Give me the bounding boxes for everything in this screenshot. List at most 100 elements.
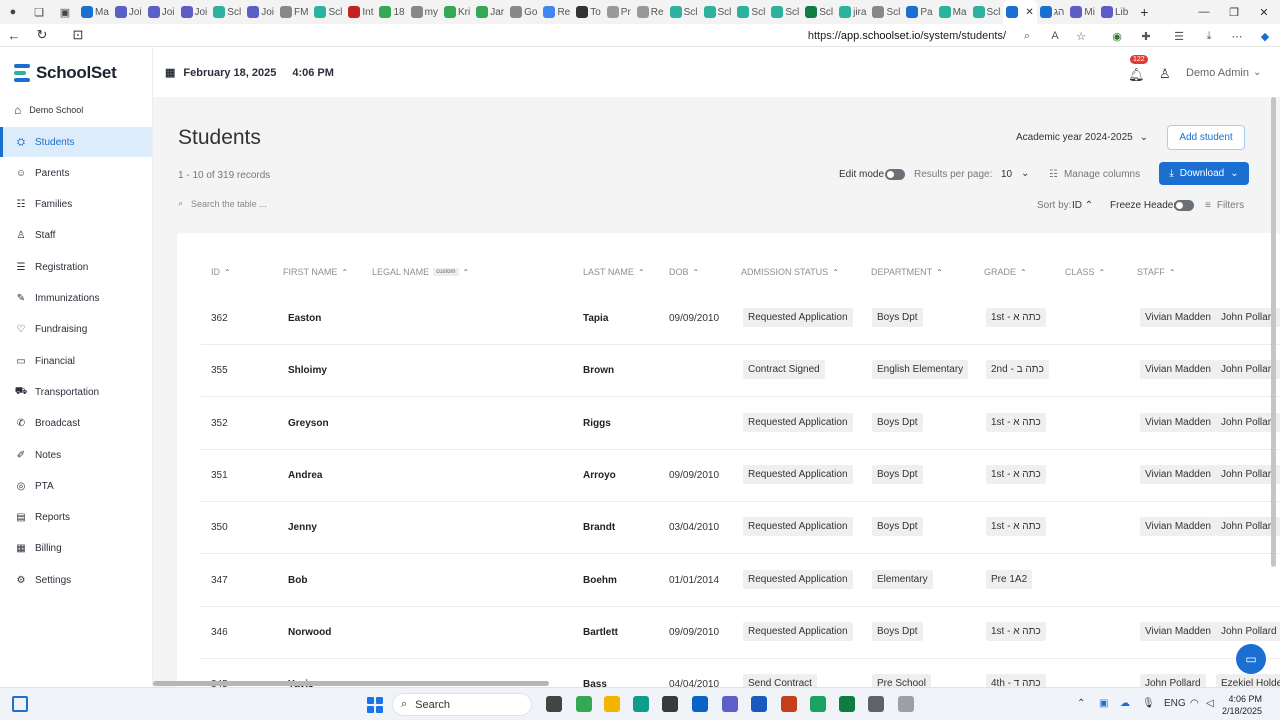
sidebar-item-settings[interactable]: ⚙ Settings <box>0 565 152 595</box>
browser-tab[interactable]: Lib <box>1098 0 1131 24</box>
browser-tab[interactable]: Scl <box>768 0 802 24</box>
column-header-legal-name[interactable]: LEGAL NAME custom ⌃ <box>372 267 469 277</box>
column-header-department[interactable]: DEPARTMENT ⌃ <box>871 267 943 277</box>
sidebar-item-notes[interactable]: ✐ Notes <box>0 440 152 470</box>
browser-tab[interactable]: Int <box>345 0 376 24</box>
sort-by-select[interactable]: ID ⌃ <box>1072 200 1093 211</box>
microphone-icon[interactable]: 🎙︎ <box>1142 698 1155 709</box>
sidebar-item-transportation[interactable]: ⛟ Transportation <box>0 377 152 407</box>
restore-icon[interactable]: ❐ <box>1218 0 1250 24</box>
sidebar-item-families[interactable]: ☷ Families <box>0 190 152 220</box>
column-header-staff[interactable]: STAFF ⌃ <box>1137 267 1176 277</box>
snipping-tool-icon[interactable] <box>898 696 914 712</box>
wifi-icon[interactable]: ◠ <box>1190 698 1199 709</box>
column-header-first-name[interactable]: FIRST NAME ⌃ <box>283 267 348 277</box>
browser-tab[interactable]: jira <box>836 0 869 24</box>
sidebar-item-reports[interactable]: ▤ Reports <box>0 503 152 533</box>
vpn-icon[interactable]: ▣ <box>1099 698 1108 709</box>
word-icon[interactable] <box>751 696 767 712</box>
column-header-id[interactable]: ID ⌃ <box>211 267 231 277</box>
table-row[interactable]: 362 Easton Tapia 09/09/2010 Requested Applic… <box>201 293 1280 345</box>
brand-logo[interactable]: SchoolSet <box>14 63 117 83</box>
chevron-down-icon[interactable]: ⌄ <box>1253 67 1261 78</box>
browser-tab[interactable]: Re <box>540 0 573 24</box>
sidebar-item-fundraising[interactable]: ♡ Fundraising <box>0 315 152 345</box>
sort-arrow-icon[interactable]: ⌃ <box>832 268 839 277</box>
browser-tab[interactable]: Mi <box>1067 0 1098 24</box>
browser-icon[interactable] <box>810 696 826 712</box>
taskbar-clock[interactable]: 4:06 PM 2/18/2025 <box>1222 693 1262 717</box>
manage-columns-button[interactable]: ☷ Manage columns <box>1049 169 1140 180</box>
table-row[interactable]: 351 Andrea Arroyo 09/09/2010 Requested Appli… <box>201 450 1280 502</box>
chat-icon[interactable]: ▭ <box>1236 644 1266 674</box>
browser-tab[interactable]: Scl <box>970 0 1004 24</box>
browser-tab[interactable]: Joi <box>112 0 145 24</box>
minimize-icon[interactable]: — <box>1188 0 1220 24</box>
favorite-star-icon[interactable]: ☆ <box>1072 27 1090 45</box>
powerpoint-icon[interactable] <box>781 696 797 712</box>
volume-icon[interactable]: ◁ <box>1206 698 1214 709</box>
browser-tab[interactable]: FM <box>277 0 311 24</box>
browser-tab[interactable]: Pa <box>903 0 935 24</box>
horizontal-scrollbar[interactable] <box>153 681 549 686</box>
browser-tab[interactable]: Joi <box>178 0 211 24</box>
chevron-down-icon[interactable]: ⌄ <box>1021 168 1029 179</box>
copilot-icon[interactable]: ◆ <box>1256 27 1274 45</box>
user-name[interactable]: Demo Admin <box>1186 67 1249 79</box>
results-per-page-select[interactable]: 10 <box>1001 169 1012 180</box>
close-window-icon[interactable]: ✕ <box>1248 0 1280 24</box>
onedrive-icon[interactable]: ☁ <box>1120 698 1130 709</box>
browser-tab[interactable]: Scl <box>701 0 735 24</box>
academic-year-select[interactable]: Academic year 2024-2025 ⌄ <box>1006 125 1158 149</box>
taskbar-search[interactable]: ⌕ Search <box>392 693 532 716</box>
sort-arrow-icon[interactable]: ⌃ <box>1169 268 1176 277</box>
browser-tab[interactable]: To <box>573 0 604 24</box>
url-field[interactable]: https://app.schoolset.io/system/students… <box>74 26 1096 45</box>
sort-arrow-icon[interactable]: ⌃ <box>1099 268 1106 277</box>
browser-tab[interactable]: Go <box>507 0 540 24</box>
new-tab-button[interactable]: + <box>1131 0 1157 24</box>
teams-icon[interactable] <box>722 696 738 712</box>
browser-tab[interactable]: Scl <box>667 0 701 24</box>
sidebar-item-parents[interactable]: ☺ Parents <box>0 158 152 188</box>
profile-icon[interactable]: ● <box>0 0 26 24</box>
browser-tab[interactable]: הג <box>1037 0 1068 24</box>
add-student-button[interactable]: Add student <box>1167 125 1245 150</box>
browser-tab[interactable]: Scl <box>802 0 836 24</box>
column-header-admission-status[interactable]: ADMISSION STATUS ⌃ <box>741 267 839 277</box>
browser-tab[interactable]: my <box>408 0 441 24</box>
vertical-scrollbar[interactable] <box>1271 97 1276 567</box>
downloads-icon[interactable]: ⤓ <box>1200 27 1218 45</box>
sidebar-item-broadcast[interactable]: ✆ Broadcast <box>0 409 152 439</box>
browser-tab[interactable]: Scl <box>734 0 768 24</box>
chevron-up-icon[interactable]: ⌃ <box>1077 698 1085 709</box>
browser-tab[interactable]: Ma <box>936 0 970 24</box>
sidebar-item-registration[interactable]: ☰ Registration <box>0 252 152 282</box>
browser-tab[interactable]: 18 <box>376 0 407 24</box>
extensions-puzzle-icon[interactable]: ✚ <box>1137 27 1155 45</box>
sort-arrow-icon[interactable]: ⌃ <box>463 268 470 277</box>
edge-icon[interactable] <box>633 696 649 712</box>
browser-tab[interactable]: ✕ <box>1003 0 1037 24</box>
sidebar-item-staff[interactable]: ♙ Staff <box>0 221 152 251</box>
column-header-grade[interactable]: GRADE ⌃ <box>984 267 1027 277</box>
browser-tab[interactable]: Joi <box>244 0 277 24</box>
windows-start-icon[interactable] <box>367 697 383 713</box>
column-header-dob[interactable]: DOB ⌃ <box>669 267 699 277</box>
extension-icon[interactable]: ◉ <box>1108 27 1126 45</box>
browser-tab[interactable]: Jar <box>473 0 507 24</box>
filters-button[interactable]: ≡ Filters <box>1205 200 1244 211</box>
download-button[interactable]: ⤓ Download ⌄ <box>1159 162 1249 185</box>
browser-tab[interactable]: Ma <box>78 0 112 24</box>
column-header-last-name[interactable]: LAST NAME ⌃ <box>583 267 645 277</box>
store-icon[interactable] <box>662 696 678 712</box>
search-input[interactable]: Search the table ... <box>191 199 267 209</box>
sort-arrow-icon[interactable]: ⌃ <box>638 268 645 277</box>
edit-mode-toggle[interactable] <box>885 169 905 180</box>
browser-tab[interactable]: Joi <box>145 0 178 24</box>
excel-icon[interactable] <box>839 696 855 712</box>
back-icon[interactable]: ← <box>0 24 28 47</box>
freeze-header-toggle[interactable] <box>1174 200 1194 211</box>
browser-tab[interactable]: Kri <box>441 0 473 24</box>
more-menu-icon[interactable]: ⋯ <box>1228 27 1246 45</box>
